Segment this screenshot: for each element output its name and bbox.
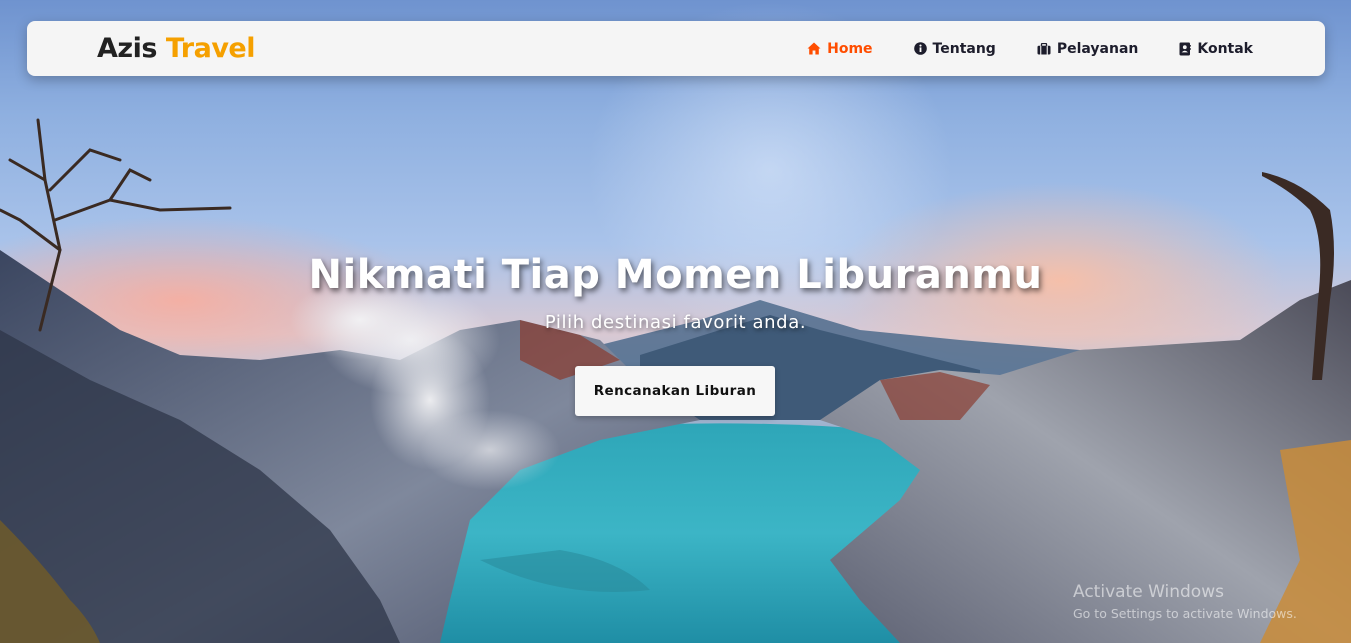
nav-item-pelayanan[interactable]: Pelayanan — [1037, 40, 1139, 57]
hero-title: Nikmati Tiap Momen Liburanmu — [308, 252, 1043, 298]
nav-item-kontak[interactable]: Kontak — [1179, 41, 1253, 57]
brand-name: Azis — [97, 33, 157, 64]
brand-accent: Travel — [165, 33, 256, 64]
nav-item-label: Tentang — [932, 40, 996, 57]
nav-item-label: Kontak — [1197, 40, 1253, 57]
nav-menu: Home Tentang Pelayanan Kontak — [807, 41, 1253, 57]
brand-logo[interactable]: Azis Travel — [97, 33, 256, 64]
windows-activation-watermark: Activate Windows Go to Settings to activ… — [1073, 582, 1297, 621]
nav-item-home[interactable]: Home — [807, 40, 873, 57]
hero-subtitle: Pilih destinasi favorit anda. — [544, 312, 807, 333]
address-book-icon — [1179, 42, 1192, 55]
home-icon — [807, 42, 821, 55]
nav-item-label: Pelayanan — [1056, 40, 1139, 57]
briefcase-icon — [1037, 42, 1051, 54]
watermark-subtitle: Go to Settings to activate Windows. — [1073, 606, 1297, 621]
nav-item-tentang[interactable]: Tentang — [913, 40, 996, 57]
navbar: Azis Travel Home Tentang Pelayanan Konta… — [27, 21, 1325, 76]
info-circle-icon — [913, 42, 927, 55]
nav-item-label: Home — [827, 40, 873, 57]
plan-vacation-button[interactable]: Rencanakan Liburan — [575, 366, 775, 416]
watermark-title: Activate Windows — [1073, 582, 1224, 602]
